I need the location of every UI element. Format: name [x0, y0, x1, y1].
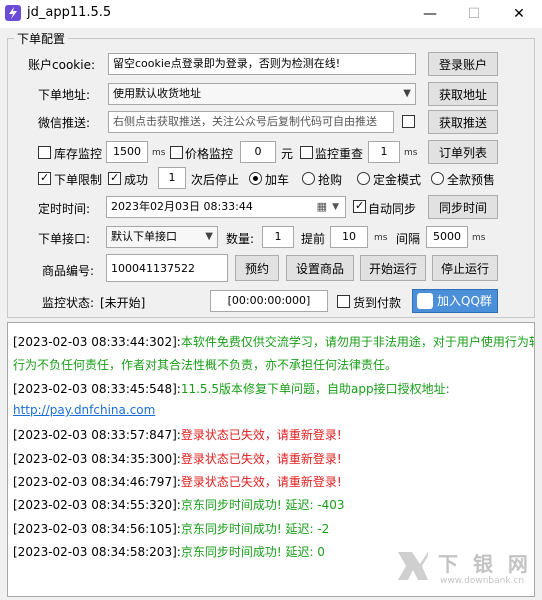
- join-qq-label: 加入QQ群: [437, 294, 492, 308]
- wechat-label: 微信推送:: [38, 116, 91, 130]
- stock-monitor-input[interactable]: 1500: [106, 141, 148, 163]
- api-select[interactable]: 默认下单接口 ▼: [106, 226, 218, 248]
- sync-time-button[interactable]: 同步时间: [428, 195, 498, 219]
- radio-add-cart[interactable]: [249, 172, 262, 185]
- price-monitor-checkbox[interactable]: [170, 146, 183, 159]
- order-list-button[interactable]: 订单列表: [428, 140, 498, 164]
- get-push-button[interactable]: 获取推送: [428, 110, 498, 134]
- recheck-unit: ms: [404, 148, 418, 158]
- qq-icon: [417, 293, 433, 309]
- log-line: [2023-02-03 08:34:56:105]:京东同步时间成功! 延迟: …: [13, 522, 330, 536]
- log-line: [2023-02-03 08:34:58:203]:京东同步时间成功! 延迟: …: [13, 545, 325, 559]
- timer-input[interactable]: 2023年02月03日 08:33:44 ▦ ▼: [106, 196, 346, 218]
- app-icon: [5, 5, 21, 21]
- log-line: [2023-02-03 08:33:57:847]:登录状态已失效，请重新登录!: [13, 428, 342, 442]
- order-limit-checkbox[interactable]: [38, 171, 51, 185]
- radio-add-cart-label: 加车: [265, 173, 290, 187]
- watermark-url: www.downbank.cn: [440, 576, 525, 586]
- price-monitor-unit: 元: [281, 147, 294, 161]
- cod-label: 货到付款: [353, 296, 402, 310]
- quantity-label: 数量:: [226, 232, 255, 246]
- recheck-checkbox[interactable]: [300, 146, 313, 159]
- api-select-value: 默认下单接口: [111, 230, 177, 243]
- log-line: [2023-02-03 08:33:45:548]:11.5.5版本修复下单问题…: [13, 382, 450, 396]
- advance-input[interactable]: 10: [330, 226, 368, 248]
- product-id-input[interactable]: 100041137522: [106, 254, 228, 282]
- stock-monitor-unit: ms: [152, 148, 166, 158]
- log-line: [2023-02-03 08:33:44:302]:本软件免费仅供交流学习，请勿…: [13, 335, 535, 349]
- title-bar: jd_app11.5.5 — ☐ ✕: [0, 0, 542, 28]
- timer-label: 定时时间:: [38, 202, 91, 216]
- success-label: 成功: [124, 173, 149, 187]
- auto-sync-label: 自动同步: [368, 202, 417, 216]
- radio-deposit-label: 定金模式: [373, 173, 422, 187]
- login-button[interactable]: 登录账户: [428, 52, 498, 76]
- wechat-checkbox[interactable]: [402, 115, 415, 128]
- quantity-input[interactable]: 1: [262, 226, 294, 248]
- reserve-button[interactable]: 预约: [235, 255, 279, 281]
- address-select[interactable]: 使用默认收货地址 ▼: [108, 83, 416, 105]
- radio-full-presale[interactable]: [431, 172, 444, 185]
- price-monitor-label: 价格监控: [185, 147, 234, 161]
- stock-monitor-label: 库存监控: [54, 147, 103, 161]
- join-qq-button[interactable]: 加入QQ群: [412, 289, 498, 313]
- auto-sync-checkbox[interactable]: [353, 199, 366, 213]
- cookie-label: 账户cookie:: [28, 58, 95, 72]
- advance-label: 提前: [301, 232, 326, 246]
- recheck-label: 监控重查: [315, 147, 364, 161]
- set-product-button[interactable]: 设置商品: [286, 255, 354, 281]
- log-line: [2023-02-03 08:34:35:300]:登录状态已失效，请重新登录!: [13, 452, 342, 466]
- success-count-input[interactable]: 1: [158, 167, 186, 189]
- interval-input[interactable]: 5000: [426, 226, 468, 248]
- stop-button[interactable]: 停止运行: [432, 255, 498, 281]
- timer-value: 2023年02月03日 08:33:44: [111, 200, 253, 213]
- status-value: [未开始]: [100, 296, 146, 310]
- stock-monitor-checkbox[interactable]: [38, 146, 51, 159]
- watermark: 下 银 网 www.downbank.cn: [396, 546, 536, 596]
- maximize-button[interactable]: ☐: [452, 0, 496, 28]
- wechat-input[interactable]: 右侧点击获取推送，关注公众号后复制代码可自由推送: [108, 111, 394, 133]
- interval-label: 间隔: [396, 232, 421, 246]
- log-line: [2023-02-03 08:34:46:797]:登录状态已失效，请重新登录!: [13, 475, 342, 489]
- start-button[interactable]: 开始运行: [360, 255, 426, 281]
- group-title: 下单配置: [14, 30, 69, 47]
- product-label: 商品编号:: [42, 264, 95, 278]
- api-label: 下单接口:: [38, 232, 91, 246]
- advance-unit: ms: [374, 233, 388, 243]
- window-title: jd_app11.5.5: [27, 5, 112, 20]
- recheck-input[interactable]: 1: [368, 141, 400, 163]
- watermark-logo-icon: [398, 552, 428, 580]
- address-label: 下单地址:: [38, 88, 91, 102]
- radio-full-presale-label: 全款预售: [447, 173, 496, 187]
- price-monitor-input[interactable]: 0: [240, 141, 276, 163]
- log-link[interactable]: http://pay.dnfchina.com: [13, 403, 155, 417]
- success-checkbox[interactable]: [108, 171, 121, 185]
- chevron-down-icon: ▼: [403, 88, 411, 99]
- radio-deposit[interactable]: [357, 172, 370, 185]
- radio-rush-buy-label: 抢购: [318, 173, 343, 187]
- stop-after-label: 次后停止: [191, 173, 240, 187]
- close-button[interactable]: ✕: [497, 0, 541, 28]
- cod-checkbox[interactable]: [337, 295, 350, 308]
- order-limit-label: 下单限制: [54, 173, 103, 187]
- cookie-input[interactable]: 留空cookie点登录即为登录，否则为检测在线!: [108, 53, 416, 75]
- status-label: 监控状态:: [42, 296, 95, 310]
- log-line: [2023-02-03 08:34:55:320]:京东同步时间成功! 延迟: …: [13, 498, 345, 512]
- minimize-button[interactable]: —: [408, 0, 452, 28]
- run-timer-display: [00:00:00:000]: [210, 290, 328, 312]
- get-address-button[interactable]: 获取地址: [428, 82, 498, 106]
- address-select-value: 使用默认收货地址: [113, 87, 201, 100]
- chevron-down-icon: ▼: [205, 231, 213, 242]
- radio-rush-buy[interactable]: [302, 172, 315, 185]
- calendar-icon[interactable]: ▦: [317, 197, 327, 217]
- interval-unit: ms: [472, 233, 486, 243]
- chevron-down-icon[interactable]: ▼: [332, 197, 339, 217]
- log-line: 行为不负任何责任，作者对其合法性概不负责，亦不承担任何法律责任。: [13, 358, 398, 372]
- watermark-brand: 下 银 网: [438, 552, 532, 576]
